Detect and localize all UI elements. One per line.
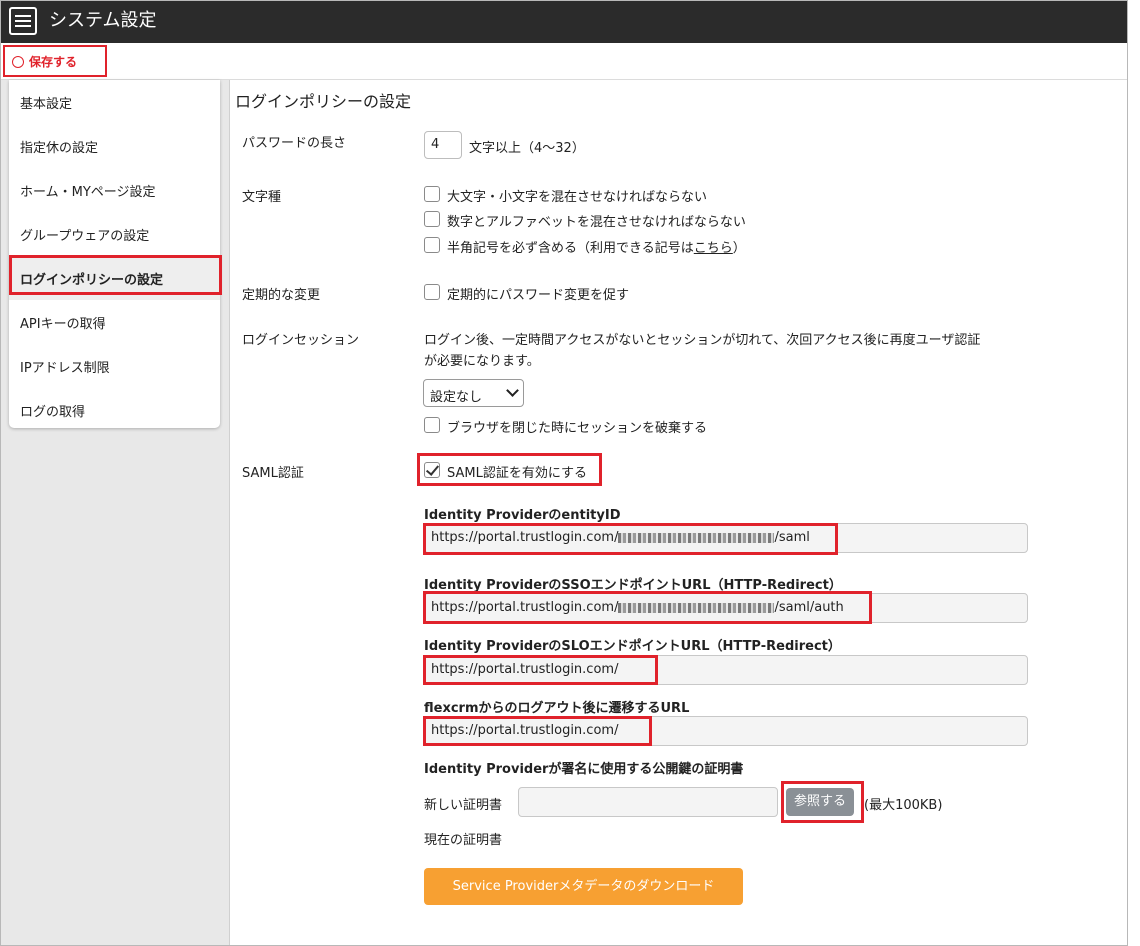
periodic-change-checkbox[interactable] xyxy=(424,284,440,300)
top-bar: システム設定 xyxy=(1,1,1127,43)
login-session-description-2: が必要になります。 xyxy=(424,354,540,369)
browser-close-checkbox[interactable] xyxy=(424,417,440,433)
saml-label: SAML認証 xyxy=(242,466,304,481)
sidebar-item-basic-settings[interactable]: 基本設定 xyxy=(9,80,220,124)
current-certificate-label: 現在の証明書 xyxy=(424,833,503,848)
login-session-description-1: ログイン後、一定時間アクセスがないとセッションが切れて、次回アクセス後に再度ユー… xyxy=(424,333,981,348)
sidebar-item-label: 指定休の設定 xyxy=(20,141,99,156)
sidebar-item-label: IPアドレス制限 xyxy=(20,361,110,376)
slo-url-input[interactable]: https://portal.trustlogin.com/ xyxy=(424,655,1028,685)
sidebar-item-api-key[interactable]: APIキーの取得 xyxy=(9,300,220,344)
char-type-label: 文字種 xyxy=(242,190,282,205)
entity-id-prefix: https://portal.trustlogin.com/ xyxy=(431,530,619,545)
main-content: ログインポリシーの設定 パスワードの長さ 4 文字以上（4～32） 文字種 大文… xyxy=(230,80,1127,945)
sso-url-prefix: https://portal.trustlogin.com/ xyxy=(431,600,619,615)
certificate-file-input[interactable] xyxy=(518,787,778,817)
periodic-change-label: 定期的な変更 xyxy=(242,288,321,303)
save-button-label: 保存する xyxy=(29,55,78,69)
save-button[interactable]: 保存する xyxy=(3,45,107,77)
sidebar-item-log-export[interactable]: ログの取得 xyxy=(9,388,220,432)
symbol-option-text: 半角記号を必ず含める（利用できる記号はこちら） xyxy=(447,237,746,256)
saml-enable-checkbox[interactable] xyxy=(424,462,440,478)
login-session-label: ログインセッション xyxy=(242,333,360,348)
sidebar-item-ip-restriction[interactable]: IPアドレス制限 xyxy=(9,344,220,388)
browser-close-label: ブラウザを閉じた時にセッションを破棄する xyxy=(447,421,708,436)
symbol-checkbox[interactable] xyxy=(424,237,440,253)
sidebar-item-label: APIキーの取得 xyxy=(20,317,106,332)
entity-id-title: Identity ProviderのentityID xyxy=(424,508,621,523)
alphanumeric-checkbox[interactable] xyxy=(424,211,440,227)
password-length-label: パスワードの長さ xyxy=(242,136,347,151)
symbol-label-tail: ） xyxy=(732,241,746,256)
download-metadata-button[interactable]: Service Providerメタデータのダウンロード xyxy=(424,868,743,905)
entity-id-suffix: /saml xyxy=(774,530,810,545)
logout-url-title: flexcrmからのログアウト後に遷移するURL xyxy=(424,701,690,716)
alphanumeric-label: 数字とアルファベットを混在させなければならない xyxy=(447,215,746,230)
sidebar-menu: 基本設定 指定休の設定 ホーム・MYページ設定 グループウェアの設定 ログインポ… xyxy=(9,80,222,428)
sidebar-item-label: グループウェアの設定 xyxy=(20,229,150,244)
mixed-case-label: 大文字・小文字を混在させなければならない xyxy=(447,190,708,205)
sidebar-item-label: ログの取得 xyxy=(20,405,86,420)
sidebar-item-label: ホーム・MYページ設定 xyxy=(20,185,156,200)
session-timeout-select[interactable]: 設定なし xyxy=(423,379,524,407)
periodic-change-option: 定期的にパスワード変更を促す xyxy=(447,288,630,303)
hamburger-menu-icon[interactable] xyxy=(9,7,37,35)
entity-id-input[interactable]: https://portal.trustlogin.com/ /saml xyxy=(424,523,1028,553)
symbol-label: 半角記号を必ず含める（利用できる記号は xyxy=(447,241,694,256)
sso-url-input[interactable]: https://portal.trustlogin.com/ /saml/auth xyxy=(424,593,1028,623)
mixed-case-checkbox[interactable] xyxy=(424,186,440,202)
logout-url-input[interactable]: https://portal.trustlogin.com/ xyxy=(424,716,1028,746)
saml-enable-label: SAML認証を有効にする xyxy=(447,466,587,481)
app-window: システム設定 保存する 基本設定 指定休の設定 ホーム・MYページ設定 グループ… xyxy=(0,0,1128,946)
sidebar-item-designated-holiday[interactable]: 指定休の設定 xyxy=(9,124,220,168)
sidebar-item-home-mypage[interactable]: ホーム・MYページ設定 xyxy=(9,168,220,212)
certificate-title: Identity Providerが署名に使用する公開鍵の証明書 xyxy=(424,762,744,777)
sso-url-suffix: /saml/auth xyxy=(774,600,844,615)
page-title: ログインポリシーの設定 xyxy=(235,92,412,111)
chevron-down-icon xyxy=(506,384,519,397)
highlight-box xyxy=(9,255,222,295)
sidebar-item-label: 基本設定 xyxy=(20,97,73,112)
max-size-note: (最大100KB) xyxy=(864,798,943,813)
sso-url-title: Identity ProviderのSSOエンドポイントURL（HTTP-Red… xyxy=(424,578,842,593)
page-header-title: システム設定 xyxy=(49,10,157,31)
symbol-list-link[interactable]: こちら xyxy=(694,241,733,256)
action-bar: 保存する xyxy=(1,43,1127,80)
session-timeout-value: 設定なし xyxy=(430,390,483,405)
redacted-text xyxy=(618,602,775,613)
new-certificate-label: 新しい証明書 xyxy=(424,798,503,813)
password-length-input[interactable]: 4 xyxy=(424,131,462,159)
sidebar-item-groupware[interactable]: グループウェアの設定 xyxy=(9,212,220,256)
password-length-suffix: 文字以上（4～32） xyxy=(469,141,585,156)
browse-button[interactable]: 参照する xyxy=(786,788,854,816)
circle-icon xyxy=(12,56,24,68)
redacted-text xyxy=(618,532,775,543)
slo-url-title: Identity ProviderのSLOエンドポイントURL（HTTP-Red… xyxy=(424,639,841,654)
